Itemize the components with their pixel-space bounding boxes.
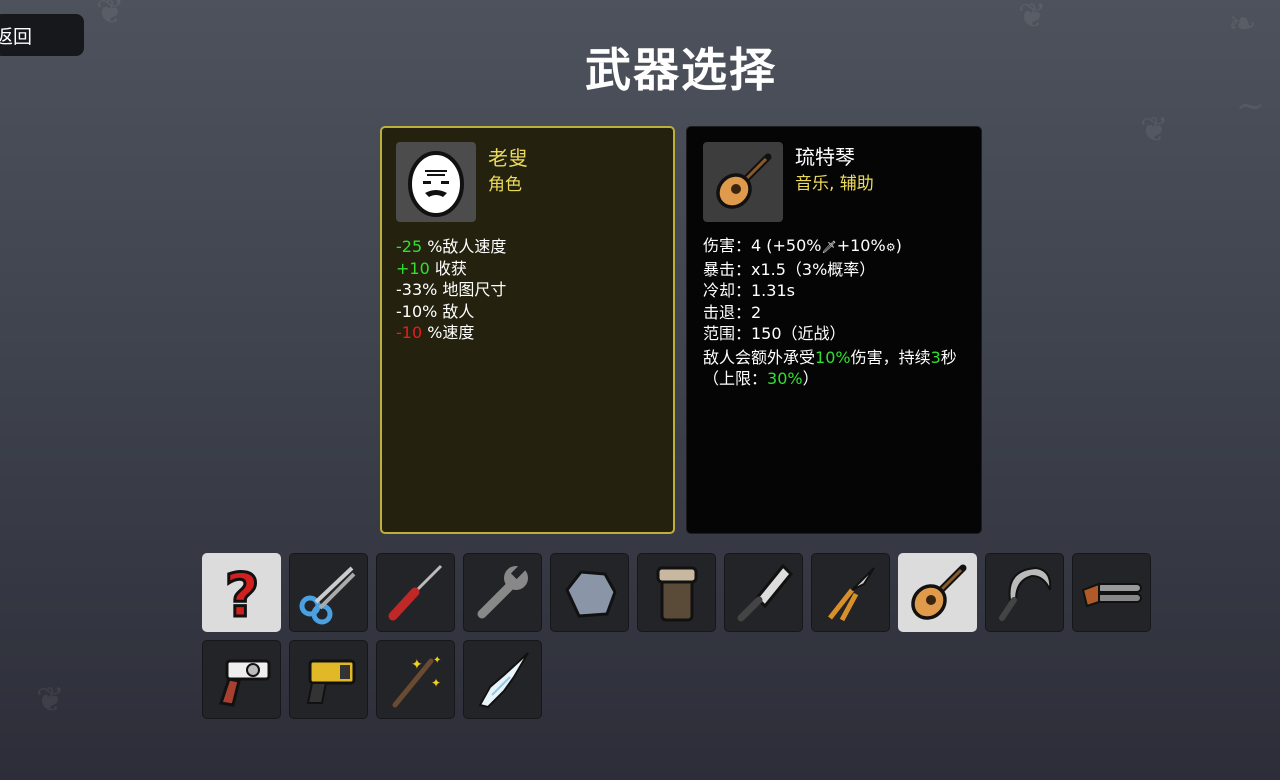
cleaver-icon: [737, 563, 793, 621]
weapon-portrait: [703, 142, 783, 222]
revolver-icon: [218, 659, 270, 707]
stat-line: -10 %速度: [396, 323, 475, 342]
weapon-effect: 敌人会额外承受10%伤害，持续3秒: [703, 347, 957, 367]
background-plant-icon: ❦: [36, 680, 65, 720]
taser-icon: [306, 659, 355, 704]
weapon-crit: 暴击：x1.5（3%概率）: [703, 259, 876, 279]
weapon-slot-scissors[interactable]: [289, 553, 368, 632]
weapon-slot-sickle[interactable]: [985, 553, 1064, 632]
weapon-cooldown: 冷却：1.31s: [703, 281, 795, 300]
svg-text:✦: ✦: [431, 676, 441, 690]
weapon-slot-lute-selected[interactable]: [898, 553, 977, 632]
weapon-knockback: 击退：2: [703, 302, 762, 322]
svg-text:✦: ✦: [411, 657, 423, 673]
sickle-icon: [998, 566, 1051, 621]
weapon-stats: 伤害：4 (+50%🗡+10%⚙) 暴击：x1.5（3%概率） 冷却：1.31s…: [703, 235, 978, 390]
character-portrait: [396, 142, 476, 222]
weapon-slot-cleaver[interactable]: [724, 553, 803, 632]
weapon-damage: 伤害：4 (+50%🗡+10%⚙): [703, 236, 902, 255]
weapon-slot-screwdriver[interactable]: [376, 553, 455, 632]
stat-line: +10 收获: [396, 258, 467, 278]
weapon-slot-revolver[interactable]: [202, 640, 281, 719]
weapon-slot-taser[interactable]: [289, 640, 368, 719]
weapon-slot-shotgun[interactable]: [1072, 553, 1151, 632]
random-question-icon: ?: [223, 560, 261, 626]
scissors-icon: [299, 566, 355, 624]
engineering-icon: ⚙: [885, 241, 896, 254]
stat-line: -25 %敌人速度: [396, 237, 507, 256]
pruner-icon: [827, 566, 875, 621]
old-man-egg-icon: [408, 151, 464, 217]
weapon-slot-random[interactable]: ?: [202, 553, 281, 632]
weapon-slot-magic-wand[interactable]: ✦ ✦ ✦: [376, 640, 455, 719]
svg-text:?: ?: [224, 561, 259, 626]
weapon-slot-hand[interactable]: [637, 553, 716, 632]
weapon-name: 琉特琴: [795, 145, 855, 169]
wrench-icon: [477, 563, 528, 618]
character-type: 角色: [488, 175, 522, 195]
page-title: 武器选择: [585, 43, 777, 97]
character-info-panel: 老叟 角色 -25 %敌人速度 +10 收获 -33% 地图尺寸 -10% 敌人…: [380, 126, 675, 534]
stat-line: -33% 地图尺寸: [396, 280, 507, 299]
weapon-range: 范围：150（近战）: [703, 324, 846, 343]
weapon-slot-pruner[interactable]: [811, 553, 890, 632]
background-plant-icon: ❦: [1018, 0, 1047, 36]
magic-wand-icon: ✦ ✦ ✦: [392, 655, 441, 707]
weapon-info-panel: 琉特琴 音乐, 辅助 伤害：4 (+50%🗡+10%⚙) 暴击：x1.5（3%概…: [686, 126, 982, 534]
lute-icon: [910, 564, 966, 620]
melee-damage-icon: 🗡: [821, 240, 837, 254]
icicle-icon: [477, 651, 529, 708]
svg-text:✦: ✦: [433, 655, 441, 666]
stat-line: -10% 敌人: [396, 301, 475, 321]
lute-icon: [716, 153, 772, 209]
shotgun-icon: [1081, 582, 1142, 607]
background-plant-icon: ❦: [1140, 110, 1169, 150]
rock-icon: [564, 569, 617, 618]
weapon-slot-icicle[interactable]: [463, 640, 542, 719]
screwdriver-icon: [388, 564, 442, 620]
background-plant-icon: ❦: [96, 0, 125, 32]
hand-icon: [656, 566, 697, 621]
character-stats: -25 %敌人速度 +10 收获 -33% 地图尺寸 -10% 敌人 -10 %…: [396, 236, 506, 344]
weapon-slot-rock[interactable]: [550, 553, 629, 632]
weapon-slot-wrench[interactable]: [463, 553, 542, 632]
weapon-effect-cap: （上限：30%）: [703, 369, 819, 388]
weapon-type: 音乐, 辅助: [795, 174, 874, 194]
character-name: 老叟: [488, 146, 528, 170]
